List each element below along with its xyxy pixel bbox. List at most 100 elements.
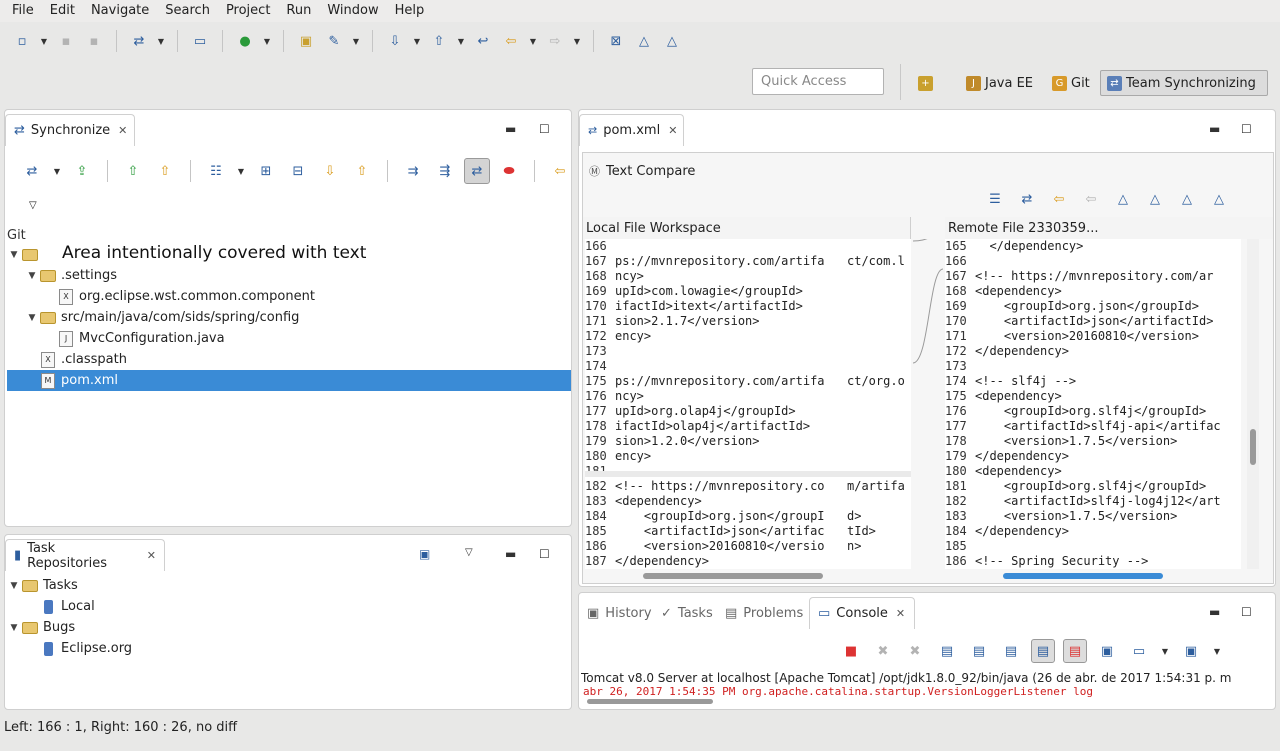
tools-icon[interactable]: ✎ bbox=[322, 29, 346, 53]
collapse-arrow-icon[interactable]: ▼ bbox=[7, 581, 21, 591]
open-console-dropdown-icon[interactable]: ▼ bbox=[1211, 639, 1223, 663]
run-icon[interactable]: ● bbox=[233, 29, 257, 53]
presentation-icon[interactable]: ☷ bbox=[203, 158, 229, 184]
collapse-all-icon[interactable]: ⊟ bbox=[285, 158, 311, 184]
tab-problems[interactable]: ▤ Problems bbox=[717, 597, 811, 629]
tree-row[interactable]: Mpom.xml bbox=[7, 370, 571, 391]
synchronize-icon[interactable]: ⇄ bbox=[19, 158, 45, 184]
menu-help[interactable]: Help bbox=[387, 0, 433, 22]
menu-project[interactable]: Project bbox=[218, 0, 278, 22]
save-icon[interactable]: ▪ bbox=[54, 29, 78, 53]
tree-row[interactable]: J MvcConfiguration.java bbox=[7, 328, 225, 349]
open-perspective-button[interactable]: + bbox=[912, 70, 939, 96]
perspective-git[interactable]: G Git bbox=[1046, 70, 1096, 96]
presentation-dropdown-icon[interactable]: ▼ bbox=[235, 159, 247, 183]
synchronize-icon[interactable]: ⇄ bbox=[127, 29, 151, 53]
prev-annotation-dropdown-icon[interactable]: ▼ bbox=[455, 29, 467, 53]
copy-all-left-icon[interactable]: ⇦ bbox=[1047, 187, 1071, 211]
view-menu-icon[interactable]: ▽ bbox=[465, 547, 473, 558]
minimize-icon[interactable]: ▬ bbox=[505, 122, 516, 136]
next-annotation-dropdown-icon[interactable]: ▼ bbox=[411, 29, 423, 53]
collapse-arrow-icon[interactable]: ▼ bbox=[7, 623, 21, 633]
tree-row[interactable]: ▼ Tasks bbox=[7, 575, 78, 596]
show-on-stdout-icon[interactable]: ▤ bbox=[1031, 639, 1055, 663]
menu-navigate[interactable]: Navigate bbox=[83, 0, 157, 22]
collapse-arrow-icon[interactable]: ▼ bbox=[25, 313, 39, 323]
perspective-team-synchronizing[interactable]: ⇄ Team Synchronizing bbox=[1100, 70, 1268, 96]
prev-annotation-icon[interactable]: ⇧ bbox=[427, 29, 451, 53]
tools-dropdown-icon[interactable]: ▼ bbox=[350, 29, 362, 53]
commit-icon[interactable]: ⇪ bbox=[69, 158, 95, 184]
console-scrollbar-thumb[interactable] bbox=[587, 699, 713, 704]
tab-history[interactable]: ▣ History bbox=[579, 597, 660, 629]
quick-access-input[interactable]: Quick Access bbox=[752, 68, 884, 95]
pin-icon[interactable]: ⇦ bbox=[547, 158, 573, 184]
remove-all-icon[interactable]: ✖ bbox=[903, 639, 927, 663]
save-all-icon[interactable]: ▪ bbox=[82, 29, 106, 53]
clear-console-icon[interactable]: ▤ bbox=[935, 639, 959, 663]
add-repository-icon[interactable]: ▣ bbox=[419, 547, 430, 561]
new-icon[interactable]: ▫ bbox=[10, 29, 34, 53]
minimize-icon[interactable]: ▬ bbox=[1209, 605, 1220, 619]
word-wrap-icon[interactable]: ▤ bbox=[999, 639, 1023, 663]
synchronize-dropdown-icon[interactable]: ▼ bbox=[51, 159, 63, 183]
maximize-icon[interactable]: ☐ bbox=[1241, 122, 1252, 136]
incoming-mode-icon[interactable]: ⇉ bbox=[400, 158, 426, 184]
run-dropdown-icon[interactable]: ▼ bbox=[261, 29, 273, 53]
previous-difference-icon[interactable]: ⇧ bbox=[349, 158, 375, 184]
tree-row[interactable]: ▼ .settings bbox=[7, 265, 117, 286]
left-horizontal-scrollbar-thumb[interactable] bbox=[643, 573, 823, 579]
copy-current-left-icon[interactable]: ⇦ bbox=[1079, 187, 1103, 211]
minimize-icon[interactable]: ▬ bbox=[1209, 122, 1220, 136]
new-dropdown-icon[interactable]: ▼ bbox=[38, 29, 50, 53]
maximize-icon[interactable]: ☐ bbox=[539, 547, 550, 561]
terminal-icon[interactable]: ▭ bbox=[188, 29, 212, 53]
expand-all-icon[interactable]: ⊞ bbox=[253, 158, 279, 184]
next-diff-icon[interactable]: △ bbox=[1111, 187, 1135, 211]
terminate-icon[interactable]: ■ bbox=[839, 639, 863, 663]
back-icon[interactable]: ⇦ bbox=[499, 29, 523, 53]
show-on-stderr-icon[interactable]: ▤ bbox=[1063, 639, 1087, 663]
display-console-icon[interactable]: ▭ bbox=[1127, 639, 1151, 663]
back-dropdown-icon[interactable]: ▼ bbox=[527, 29, 539, 53]
scrollbar-thumb[interactable] bbox=[1250, 429, 1256, 465]
tree-row[interactable]: Local bbox=[7, 596, 95, 617]
tree-row[interactable]: Xorg.eclipse.wst.common.component bbox=[7, 286, 315, 307]
right-code-pane[interactable]: 165 </dependency> 166 167 <!-- https://mvnr… bbox=[945, 239, 1241, 569]
tree-row[interactable]: ▼ src/main/java/com/sids/spring/config bbox=[7, 307, 300, 328]
forward-icon[interactable]: ⇨ bbox=[543, 29, 567, 53]
close-icon[interactable]: ✕ bbox=[118, 124, 127, 137]
prev-change-icon[interactable]: △ bbox=[1207, 187, 1231, 211]
right-horizontal-scrollbar-thumb[interactable] bbox=[1003, 573, 1163, 579]
last-edit-icon[interactable]: ↩ bbox=[471, 29, 495, 53]
both-modes-icon[interactable]: ⇄ bbox=[464, 158, 490, 184]
menu-edit[interactable]: Edit bbox=[42, 0, 83, 22]
close-icon[interactable]: ✕ bbox=[668, 124, 677, 137]
tab-pom-xml[interactable]: ⇄ pom.xml ✕ bbox=[579, 114, 684, 146]
open-console-icon[interactable]: ▣ bbox=[1179, 639, 1203, 663]
tab-task-repositories[interactable]: ▮ Task Repositories ✕ bbox=[5, 539, 165, 571]
pin-console-icon[interactable]: ▣ bbox=[1095, 639, 1119, 663]
pull-icon[interactable]: ⇧ bbox=[120, 158, 146, 184]
maximize-icon[interactable]: ☐ bbox=[1241, 605, 1252, 619]
ignore-whitespace-icon[interactable]: ☰ bbox=[983, 187, 1007, 211]
pull-icon[interactable]: △ bbox=[660, 29, 684, 53]
scroll-lock-icon[interactable]: ▤ bbox=[967, 639, 991, 663]
push-icon[interactable]: ⇧ bbox=[152, 158, 178, 184]
collapse-icon[interactable]: ⊠ bbox=[604, 29, 628, 53]
left-code-pane[interactable]: 166 167 ps://mvnrepository.com/artifa 168 nc… bbox=[585, 239, 911, 569]
tree-row-project[interactable]: ▼ bbox=[7, 244, 43, 265]
remove-launch-icon[interactable]: ✖ bbox=[871, 639, 895, 663]
open-folder-icon[interactable]: ▣ bbox=[294, 29, 318, 53]
tree-row[interactable]: X .classpath bbox=[7, 349, 127, 370]
tree-row[interactable]: Eclipse.org bbox=[7, 638, 132, 659]
tab-synchronize[interactable]: ⇄ Synchronize ✕ bbox=[5, 114, 135, 146]
tab-console[interactable]: ▭ Console ✕ bbox=[809, 597, 915, 629]
close-icon[interactable]: ✕ bbox=[896, 607, 905, 620]
vertical-scrollbar[interactable] bbox=[1247, 239, 1259, 569]
perspective-java-ee[interactable]: J Java EE bbox=[960, 70, 1039, 96]
menu-window[interactable]: Window bbox=[319, 0, 386, 22]
tree-row[interactable]: ▼ Bugs bbox=[7, 617, 76, 638]
close-icon[interactable]: ✕ bbox=[147, 549, 156, 562]
menu-search[interactable]: Search bbox=[157, 0, 218, 22]
